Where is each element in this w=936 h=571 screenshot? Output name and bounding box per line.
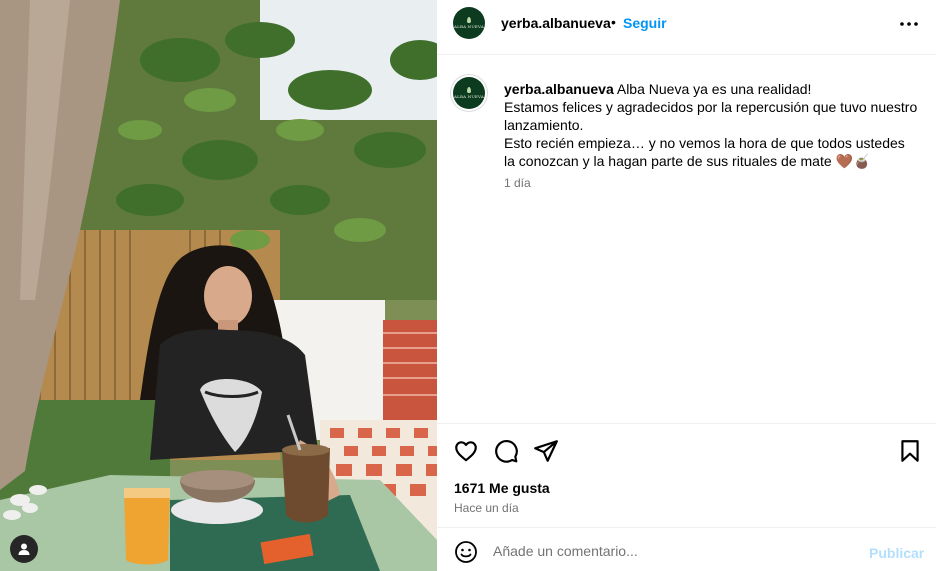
comment-input[interactable] (493, 540, 853, 562)
caption-line-1-text: Alba Nueva ya es una realidad! (616, 81, 812, 97)
caption-line-2: Estamos felices y agradecidos por la rep… (504, 99, 918, 133)
brand-leaf-icon (467, 17, 471, 23)
caption-line-3: Esto recién empieza… y no vemos la hora … (504, 135, 905, 169)
post-photo[interactable] (0, 0, 437, 571)
comment-bar: Publicar (437, 527, 936, 571)
likes-count[interactable]: 1671 Me gusta (454, 480, 550, 496)
post-timestamp[interactable]: Hace un día (454, 501, 519, 515)
avatar-brand-text: ALBA NUEVA (454, 24, 484, 29)
more-horizontal-icon[interactable] (899, 14, 919, 34)
user-tag-icon (18, 543, 30, 555)
bookmark-icon[interactable] (897, 438, 923, 464)
caption-line-1: yerba.albanueva Alba Nueva ya es una rea… (504, 80, 919, 98)
avatar[interactable]: ALBA NUEVA (453, 7, 485, 39)
caption-username[interactable]: yerba.albanueva (504, 81, 614, 97)
avatar-brand-text: ALBA NUEVA (454, 94, 484, 99)
tagged-users-button[interactable] (10, 535, 38, 563)
actions-bar: 1671 Me gusta Hace un día (437, 423, 936, 527)
emoji-icon[interactable] (454, 540, 478, 564)
post-header: ALBA NUEVA yerba.albanueva • Seguir (437, 0, 936, 55)
author-username[interactable]: yerba.albanueva (501, 15, 611, 31)
header-separator: • (611, 14, 616, 30)
brand-leaf-icon (467, 87, 471, 93)
share-icon[interactable] (533, 438, 559, 464)
comment-icon[interactable] (493, 438, 519, 464)
follow-button[interactable]: Seguir (623, 15, 667, 31)
caption-avatar[interactable]: ALBA NUEVA (453, 77, 485, 109)
post-sidebar: ALBA NUEVA yerba.albanueva • Seguir ALBA… (437, 0, 936, 571)
publish-button[interactable]: Publicar (869, 545, 924, 561)
post-photo-illustration (0, 0, 437, 571)
caption-text: yerba.albanueva Alba Nueva ya es una rea… (504, 80, 919, 170)
caption-section: ALBA NUEVA yerba.albanueva Alba Nueva ya… (437, 55, 936, 423)
caption-timestamp[interactable]: 1 día (504, 176, 531, 190)
heart-icon[interactable] (453, 438, 479, 464)
